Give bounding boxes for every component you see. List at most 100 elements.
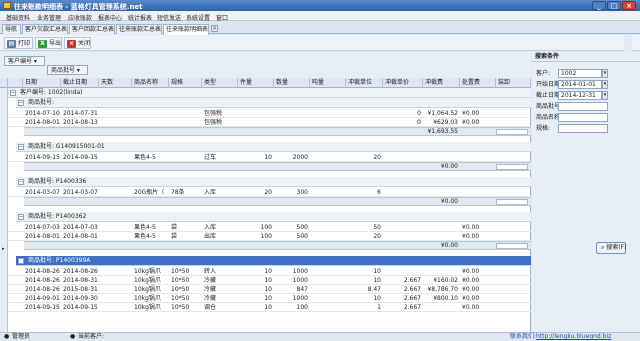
website-link[interactable]: http://lengku.bluegnd.biz xyxy=(536,333,611,341)
table-cell[interactable]: 10*50 xyxy=(169,294,202,303)
table-cell[interactable]: 300 xyxy=(274,188,310,197)
table-cell[interactable] xyxy=(496,285,531,294)
table-cell[interactable]: 2014-08-01 xyxy=(23,118,61,127)
table-row[interactable]: 2014-03-07 2014-03-07 20G瓶片（ 78条 入库 20 300 6 xyxy=(8,188,531,197)
table-cell[interactable]: ¥0.00 xyxy=(460,303,496,312)
table-cell[interactable] xyxy=(496,118,531,127)
table-cell[interactable]: 100 xyxy=(238,232,274,241)
table-cell[interactable] xyxy=(496,276,531,285)
table-cell[interactable] xyxy=(310,276,346,285)
table-cell[interactable]: 1 xyxy=(346,303,383,312)
table-cell[interactable]: ¥8,786.70 xyxy=(423,285,460,294)
table-cell[interactable] xyxy=(383,153,423,162)
export-button[interactable]: X 导出 xyxy=(35,37,62,49)
close-tab-icon[interactable]: × xyxy=(211,25,218,32)
table-cell[interactable] xyxy=(99,276,132,285)
close-button[interactable]: × 关闭 xyxy=(64,37,91,49)
table-cell[interactable] xyxy=(99,118,132,127)
batch-group-row[interactable]: − 商品批号: xyxy=(16,98,531,108)
column-header-type[interactable]: 类型 xyxy=(202,78,238,88)
tab-navigation[interactable]: 导航 xyxy=(2,24,21,34)
table-cell[interactable]: ¥160.02 xyxy=(423,276,460,285)
table-cell[interactable]: 出库 xyxy=(202,232,238,241)
collapse-icon[interactable]: − xyxy=(10,90,16,96)
table-cell[interactable]: 2014-08-13 xyxy=(61,118,99,127)
table-cell[interactable]: 2014-07-03 xyxy=(61,223,99,232)
tab-account-summary[interactable]: 往来账款汇总表 xyxy=(116,24,162,34)
table-cell[interactable]: 1000 xyxy=(274,267,310,276)
table-cell[interactable]: ¥0.00 xyxy=(460,109,496,118)
table-cell[interactable]: 78条 xyxy=(169,188,202,197)
table-cell[interactable] xyxy=(99,294,132,303)
product-name-input[interactable] xyxy=(558,113,608,122)
table-cell[interactable]: 20G瓶片（ xyxy=(132,188,169,197)
table-cell[interactable]: 10 xyxy=(238,294,274,303)
table-row[interactable]: 2014-07-03 2014-07-03 果色4-5 袋入库 100 500 50 ¥0.0… xyxy=(8,223,531,232)
calendar-dropdown-icon[interactable]: ▾ xyxy=(602,91,608,100)
table-cell[interactable]: ¥0.00 xyxy=(460,232,496,241)
column-header-end-date[interactable]: 截止日期 xyxy=(61,78,99,88)
table-cell[interactable] xyxy=(169,118,202,127)
calendar-dropdown-icon[interactable]: ▾ xyxy=(602,80,608,89)
table-cell[interactable] xyxy=(496,188,531,197)
table-row[interactable]: 2014-08-26 2014-08-26 10kg锅爪 10*50 转入 10 1000 1… xyxy=(8,267,531,276)
menu-business[interactable]: 业务管理 xyxy=(37,13,61,22)
table-cell[interactable]: 袋 xyxy=(169,223,202,232)
menu-basic-data[interactable]: 基础资料 xyxy=(6,13,30,22)
table-cell[interactable]: 冷藏 xyxy=(202,294,238,303)
menu-settings[interactable]: 系统设置 xyxy=(186,13,210,22)
table-cell[interactable] xyxy=(496,153,531,162)
table-cell[interactable] xyxy=(496,267,531,276)
table-cell[interactable]: 10 xyxy=(346,267,383,276)
table-cell[interactable]: 50 xyxy=(346,223,383,232)
table-cell[interactable]: 2014-08-26 xyxy=(23,285,61,294)
table-cell[interactable]: 果色4-5 xyxy=(132,223,169,232)
table-cell[interactable]: ¥800.10 xyxy=(423,294,460,303)
table-cell[interactable]: 2.667 xyxy=(383,294,423,303)
table-cell[interactable]: ¥629.03 xyxy=(423,118,460,127)
column-header-loading[interactable]: 装卸 xyxy=(496,78,531,88)
table-cell[interactable] xyxy=(169,153,202,162)
table-cell[interactable] xyxy=(99,232,132,241)
batch-group-row[interactable]: − 商品批号: P1400399A xyxy=(16,256,531,266)
table-cell[interactable]: 包强税 xyxy=(202,109,238,118)
table-cell[interactable]: 10 xyxy=(238,153,274,162)
table-cell[interactable] xyxy=(423,188,460,197)
table-cell[interactable]: 100 xyxy=(274,303,310,312)
table-cell[interactable] xyxy=(423,267,460,276)
table-cell[interactable]: 10 xyxy=(346,276,383,285)
collapse-icon[interactable]: − xyxy=(18,179,24,185)
table-cell[interactable] xyxy=(310,285,346,294)
collapse-icon[interactable]: − xyxy=(18,144,24,150)
table-cell[interactable]: 冷藏 xyxy=(202,276,238,285)
table-cell[interactable]: 入库 xyxy=(202,223,238,232)
tab-customer-debt-summary[interactable]: 客户欠款汇总表 xyxy=(22,24,68,34)
print-button[interactable]: ▤ 打印 xyxy=(4,37,33,49)
table-cell[interactable]: 2014-03-07 xyxy=(61,188,99,197)
table-cell[interactable] xyxy=(132,109,169,118)
table-cell[interactable]: 1000 xyxy=(274,276,310,285)
maximize-button[interactable]: □ xyxy=(607,1,621,10)
table-cell[interactable]: 2014-08-01 xyxy=(61,232,99,241)
menu-sms[interactable]: 短信发送 xyxy=(157,13,181,22)
batch-group-row[interactable]: − 商品批号: P1400362 xyxy=(16,212,531,222)
table-cell[interactable]: ¥0.00 xyxy=(460,276,496,285)
table-cell[interactable]: 500 xyxy=(274,223,310,232)
table-cell[interactable]: 2014-07-03 xyxy=(23,223,61,232)
table-cell[interactable] xyxy=(496,294,531,303)
table-cell[interactable] xyxy=(423,232,460,241)
panel-scrollbar[interactable] xyxy=(624,34,632,51)
table-cell[interactable]: 2014-09-01 xyxy=(23,294,61,303)
chevron-down-icon[interactable]: ▾ xyxy=(602,69,608,78)
menu-reports[interactable]: 报表中心 xyxy=(98,13,122,22)
table-cell[interactable] xyxy=(460,153,496,162)
collapse-icon[interactable]: − xyxy=(18,100,24,106)
table-cell[interactable]: 10 xyxy=(346,294,383,303)
table-cell[interactable]: 果色4-5 xyxy=(132,153,169,162)
table-cell[interactable]: 2014-09-30 xyxy=(61,294,99,303)
table-cell[interactable] xyxy=(383,223,423,232)
table-row[interactable]: 2014-08-26 2015-08-31 10kg锅爪 10*50 冷藏 10 847 8.… xyxy=(8,285,531,294)
table-cell[interactable]: 2014-09-15 xyxy=(61,153,99,162)
table-cell[interactable]: 过车 xyxy=(202,153,238,162)
column-header-pieces[interactable]: 件量 xyxy=(238,78,274,88)
